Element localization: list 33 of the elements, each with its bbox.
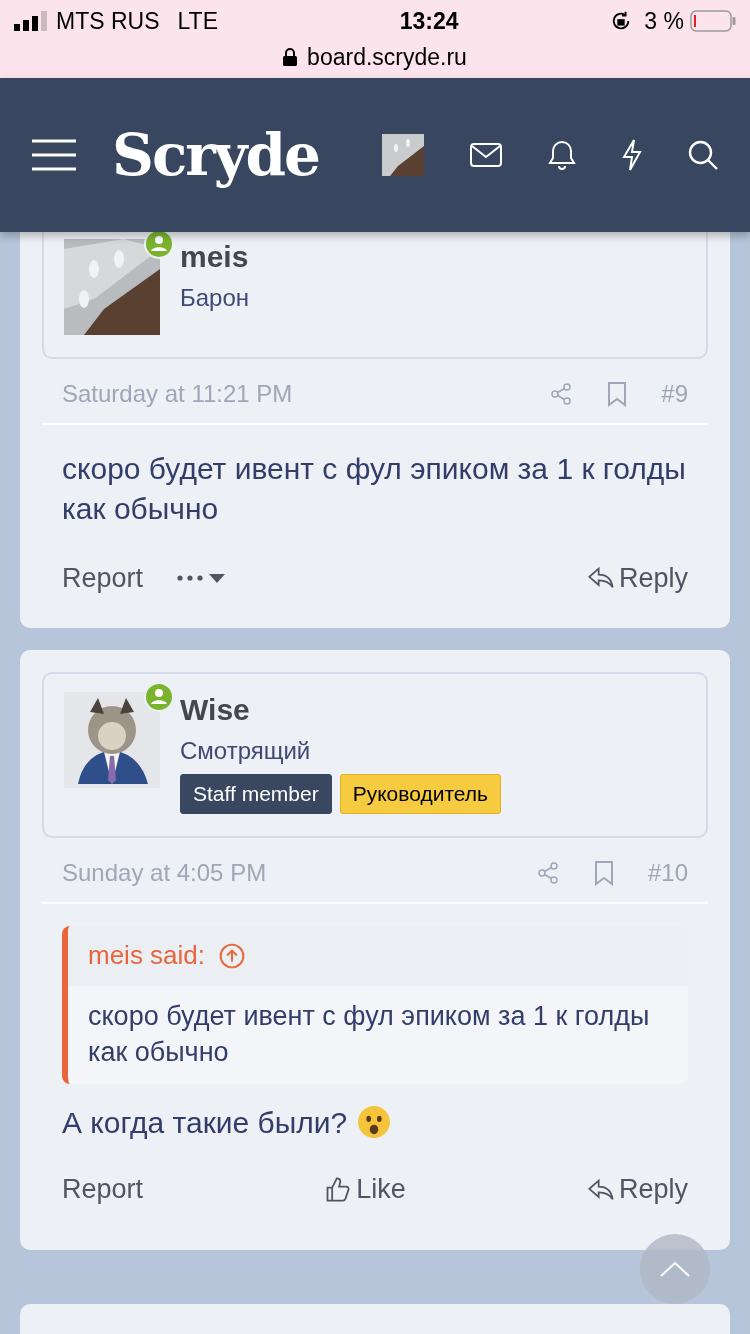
lock-icon — [283, 48, 298, 66]
post-message: скоро будет ивент с фул эпиком за 1 к голды как обычно — [62, 451, 687, 527]
quote-text: скоро будет ивент с фул эпиком за 1 к голды как обычно — [87, 999, 651, 1069]
network-type: LTE — [177, 6, 218, 36]
lightning-icon[interactable] — [622, 139, 642, 171]
bell-icon[interactable] — [548, 140, 576, 170]
caret-icon — [209, 573, 226, 583]
post-message: А когда такие были? — [62, 1102, 392, 1143]
report-link[interactable]: Report — [62, 1169, 144, 1210]
user-badge: Руководитель — [339, 774, 501, 814]
user-title: Смотрящий — [180, 736, 312, 766]
reply-button[interactable]: Reply — [586, 1169, 688, 1210]
more-menu-button[interactable] — [177, 573, 226, 583]
report-link[interactable]: Report — [62, 557, 144, 599]
mail-icon[interactable] — [470, 143, 502, 167]
user-title: Барон — [180, 283, 250, 313]
site-logo[interactable]: Scryde — [112, 111, 319, 199]
user-badge: Staff member — [180, 774, 332, 814]
more-icon — [177, 575, 204, 581]
battery-percent: 3 % — [644, 6, 684, 36]
clock-time: 13:24 — [398, 6, 459, 36]
signal-icon — [14, 11, 48, 31]
battery-icon — [690, 10, 736, 32]
url-text: board.scryde.ru — [307, 42, 467, 72]
username[interactable]: Wise — [180, 692, 501, 728]
reply-button[interactable]: Reply — [586, 557, 688, 599]
chevron-up-icon — [660, 1261, 690, 1277]
menu-icon[interactable] — [32, 139, 76, 171]
carrier-name: MTS RUS — [56, 6, 160, 36]
like-button[interactable]: Like — [324, 1169, 406, 1210]
search-icon[interactable] — [688, 140, 718, 170]
username[interactable]: meis — [180, 239, 250, 275]
arrow-up-circle-icon[interactable] — [219, 942, 246, 969]
